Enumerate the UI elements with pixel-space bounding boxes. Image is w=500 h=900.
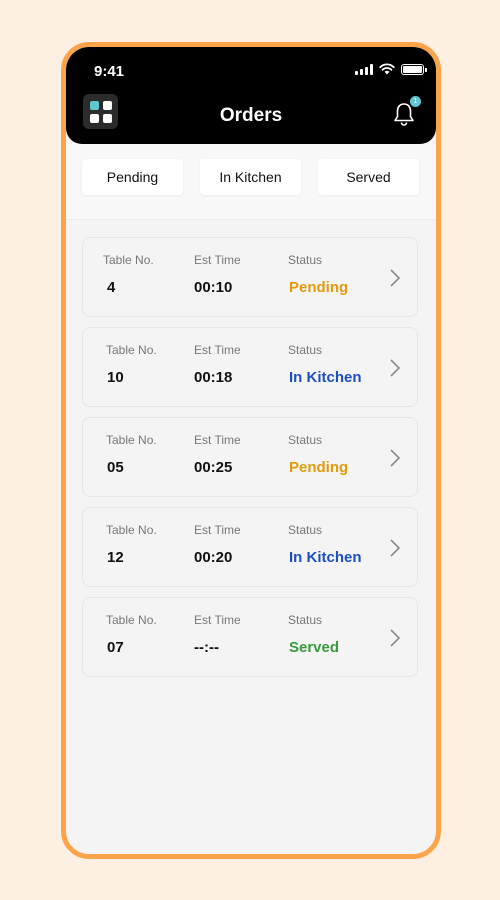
table-label: Table No. bbox=[106, 613, 157, 627]
time-label: Est Time bbox=[194, 343, 241, 357]
table-label: Table No. bbox=[106, 523, 157, 537]
chevron-right-icon bbox=[390, 629, 401, 647]
status-label: Status bbox=[288, 433, 323, 447]
table-label: Table No. bbox=[106, 343, 157, 357]
order-status: In Kitchen bbox=[289, 369, 362, 386]
app-header: 9:41 Orders 1 bbox=[66, 47, 436, 144]
status-icons bbox=[355, 63, 427, 75]
est-time: --:-- bbox=[194, 639, 219, 656]
chevron-right-icon bbox=[390, 269, 401, 287]
time-label: Est Time bbox=[194, 433, 241, 447]
order-status: Pending bbox=[289, 279, 349, 296]
notification-badge: 1 bbox=[410, 96, 421, 107]
order-status: Pending bbox=[289, 459, 349, 476]
order-card[interactable]: Table No. Est Time Status 4 00:10 Pendin… bbox=[82, 237, 418, 317]
phone-frame: 9:41 Orders 1 Pending In Kitchen Served … bbox=[61, 42, 441, 859]
chevron-right-icon bbox=[390, 359, 401, 377]
chevron-right-icon bbox=[390, 539, 401, 557]
order-card[interactable]: Table No. Est Time Status 12 00:20 In Ki… bbox=[82, 507, 418, 587]
status-label: Status bbox=[288, 253, 323, 267]
notification-button[interactable]: 1 bbox=[392, 96, 421, 127]
tab-pending[interactable]: Pending bbox=[82, 159, 183, 195]
order-card[interactable]: Table No. Est Time Status 05 00:25 Pendi… bbox=[82, 417, 418, 497]
time-label: Est Time bbox=[194, 613, 241, 627]
est-time: 00:20 bbox=[194, 549, 233, 566]
table-number: 4 bbox=[107, 279, 116, 296]
filter-tabs: Pending In Kitchen Served bbox=[66, 144, 436, 220]
status-time: 9:41 bbox=[94, 63, 125, 80]
tab-in-kitchen[interactable]: In Kitchen bbox=[200, 159, 301, 195]
wifi-icon bbox=[379, 63, 395, 75]
table-label: Table No. bbox=[103, 253, 154, 267]
time-label: Est Time bbox=[194, 253, 241, 267]
table-number: 10 bbox=[107, 369, 124, 386]
est-time: 00:18 bbox=[194, 369, 233, 386]
table-number: 12 bbox=[107, 549, 124, 566]
chevron-right-icon bbox=[390, 449, 401, 467]
status-label: Status bbox=[288, 613, 323, 627]
order-status: In Kitchen bbox=[289, 549, 362, 566]
tab-served[interactable]: Served bbox=[318, 159, 419, 195]
table-number: 05 bbox=[107, 459, 124, 476]
est-time: 00:25 bbox=[194, 459, 233, 476]
status-label: Status bbox=[288, 523, 323, 537]
page-title: Orders bbox=[219, 105, 283, 126]
status-label: Status bbox=[288, 343, 323, 357]
est-time: 00:10 bbox=[194, 279, 233, 296]
order-status: Served bbox=[289, 639, 340, 656]
signal-icon bbox=[355, 63, 373, 75]
table-number: 07 bbox=[107, 639, 124, 656]
battery-icon bbox=[401, 63, 427, 75]
table-label: Table No. bbox=[106, 433, 157, 447]
time-label: Est Time bbox=[194, 523, 241, 537]
order-card[interactable]: Table No. Est Time Status 10 00:18 In Ki… bbox=[82, 327, 418, 407]
order-card[interactable]: Table No. Est Time Status 07 --:-- Serve… bbox=[82, 597, 418, 677]
